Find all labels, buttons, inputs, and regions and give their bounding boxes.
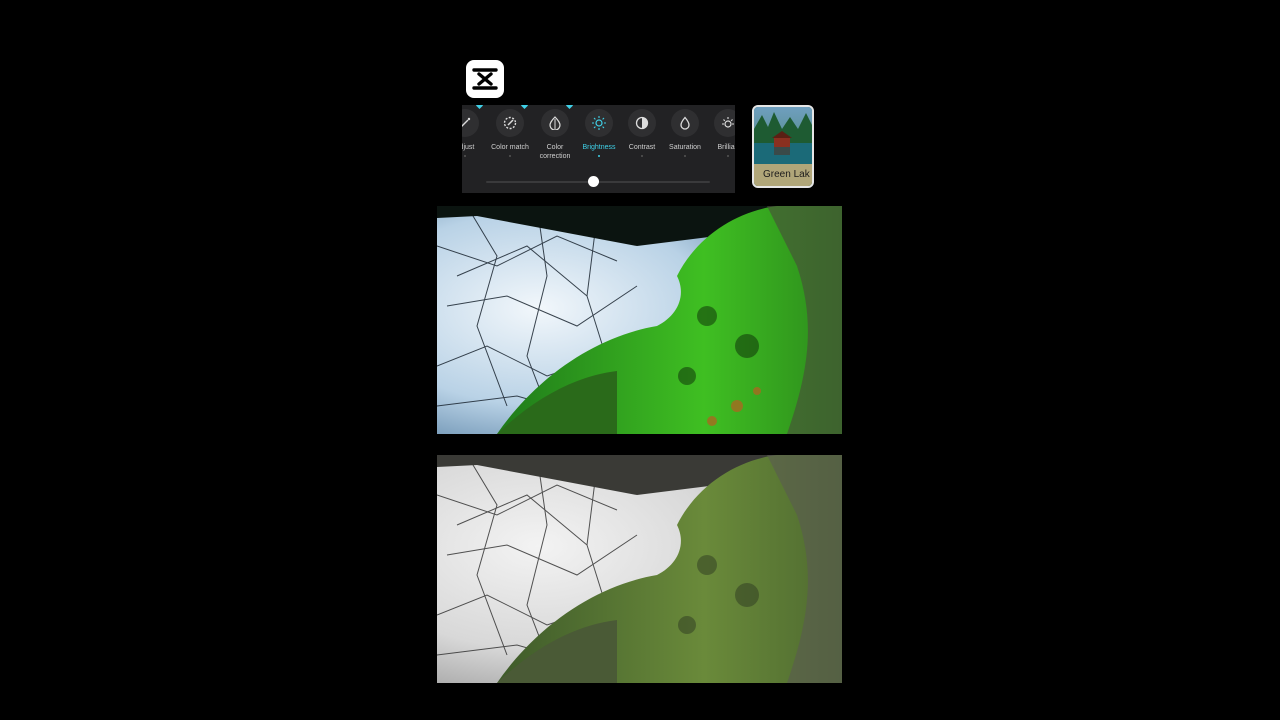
brightness-slider[interactable] <box>486 176 710 187</box>
wand-icon <box>462 105 483 137</box>
slider-knob[interactable] <box>588 176 600 187</box>
brilliance-icon <box>714 109 735 137</box>
original-preview <box>437 455 842 683</box>
filter-thumbnail[interactable]: Green Lak <box>752 105 814 188</box>
tool-label: Brillian <box>717 144 735 151</box>
color-match-icon <box>496 105 528 137</box>
contrast-icon <box>628 109 656 137</box>
capcut-logo-icon <box>466 60 504 98</box>
saturation-icon <box>671 109 699 137</box>
edited-preview <box>437 206 842 434</box>
tool-label: Brightness <box>582 144 616 151</box>
premium-diamond-icon <box>521 105 528 109</box>
tool-brilliance[interactable]: Brillian <box>701 109 735 157</box>
tool-label: Color correction <box>539 144 571 160</box>
adjust-tools-row: adjust Color match Color correction Brig… <box>462 105 735 175</box>
filter-name: Green Lak <box>754 164 812 186</box>
premium-diamond-icon <box>476 105 483 109</box>
tool-label: Contrast <box>628 144 656 151</box>
tool-label: Saturation <box>669 144 701 151</box>
color-correction-icon <box>541 105 573 137</box>
tool-label: adjust <box>462 144 475 151</box>
brightness-icon <box>585 109 613 137</box>
adjust-panel: adjust Color match Color correction Brig… <box>462 105 735 193</box>
tool-label: Color match <box>491 144 529 151</box>
